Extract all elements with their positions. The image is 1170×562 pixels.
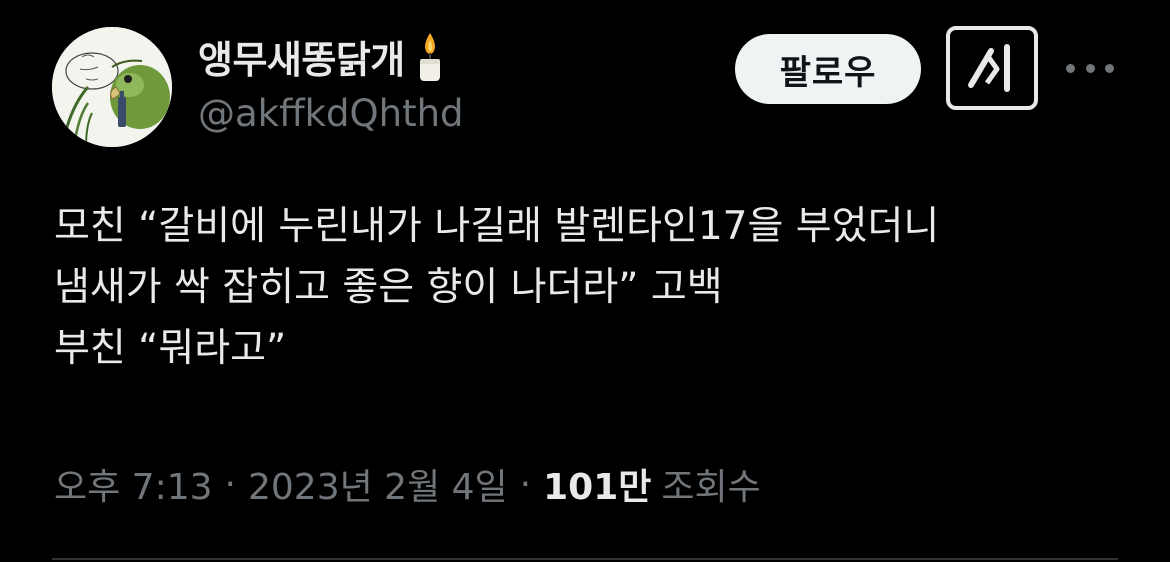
candle-icon [415, 29, 445, 83]
tweet-time[interactable]: 오후 7:13 [54, 458, 213, 510]
divider [52, 558, 1118, 560]
meta-separator: · [224, 463, 236, 505]
tweet-text-line: 부친 “뭐라고” [54, 326, 287, 371]
more-options-button[interactable] [1066, 50, 1114, 86]
more-horizontal-icon-dot [1085, 63, 1095, 73]
tweet-text-line: 냄새가 싹 잡히고 좋은 향이 나더라” 고백 [54, 265, 723, 310]
views-count[interactable]: 101만 [543, 458, 651, 510]
parrot-sketch-avatar-icon [52, 27, 172, 147]
grok-icon [968, 44, 1010, 92]
display-name[interactable]: 앵무새똥닭개 [198, 29, 405, 84]
tweet-date[interactable]: 2023년 2월 4일 [248, 458, 508, 510]
author-avatar[interactable] [52, 27, 172, 147]
follow-button[interactable]: 팔로우 [735, 34, 921, 104]
more-horizontal-icon-dot [1105, 63, 1114, 73]
display-name-row: 앵무새똥닭개 [198, 28, 445, 84]
tweet-text-line: 모친 “갈비에 누린내가 나길래 발렌타인17을 부었더니 [54, 204, 940, 249]
author-handle[interactable]: @akffkdQhthd [198, 92, 464, 135]
tweet-metadata: 오후 7:13 · 2023년 2월 4일 · 101만 조회수 [54, 458, 761, 510]
more-horizontal-icon [1066, 63, 1075, 73]
grok-button[interactable] [946, 26, 1038, 110]
meta-separator: · [519, 463, 532, 505]
views-label: 조회수 [661, 467, 761, 508]
tweet-card: 앵무새똥닭개 @akffkdQhthd 팔로우 모친 “갈비에 누린내가 나길래… [0, 0, 1170, 562]
tweet-text: 모친 “갈비에 누린내가 나길래 발렌타인17을 부었더니 냄새가 싹 잡히고 … [54, 196, 1134, 379]
